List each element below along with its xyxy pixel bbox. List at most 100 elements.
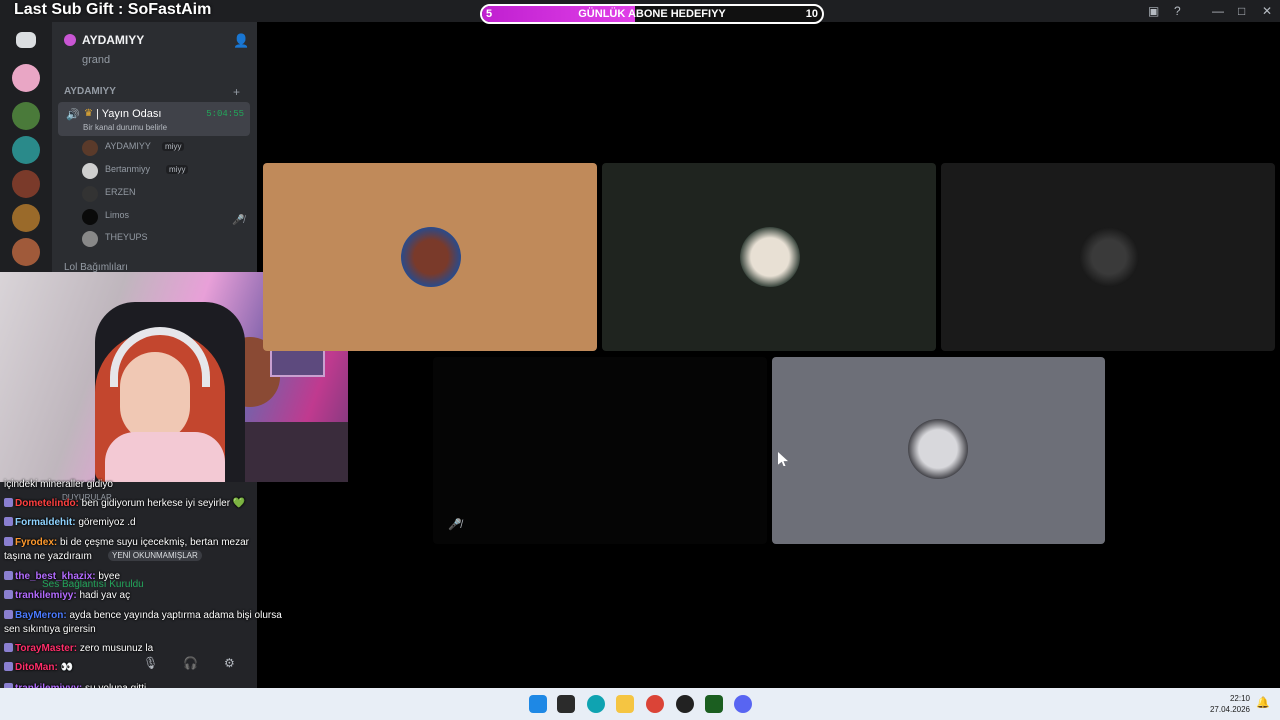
chat-text: içindeki mineraller gidiyo — [4, 479, 113, 490]
clock-date: 27.04.2026 — [1209, 705, 1250, 714]
server-name[interactable]: AYDAMIYY — [82, 33, 144, 47]
file-explorer-icon[interactable] — [616, 695, 634, 713]
muted-icon: 🎤̸ — [232, 215, 245, 226]
add-channel-icon[interactable]: + — [233, 85, 240, 99]
notification-icon[interactable]: 🔔 — [1256, 696, 1270, 709]
chat-badge-icon — [4, 610, 13, 619]
server-avatar[interactable] — [12, 238, 40, 266]
chat-username[interactable]: Fyrodex: — [15, 537, 60, 548]
chat-username[interactable]: BayMeron: — [15, 610, 69, 621]
chat-badge-icon — [4, 643, 13, 652]
close-icon[interactable]: ✕ — [1262, 4, 1272, 18]
chat-badge-icon — [4, 571, 13, 580]
chat-text: 👀 — [60, 662, 73, 673]
chat-message: trankilemiyy: hadi yav aç — [4, 590, 130, 601]
shelf — [235, 422, 348, 482]
avatar — [82, 209, 98, 225]
participant-avatar — [740, 227, 800, 287]
system-clock[interactable]: 22:10 27.04.2026 — [1210, 693, 1250, 715]
chat-username[interactable]: TorayMaster: — [15, 643, 80, 654]
chat-username[interactable]: DitoMan: — [15, 662, 61, 673]
avatar — [82, 163, 98, 179]
chat-text: göremiyoz .d — [78, 517, 136, 528]
video-tile[interactable] — [263, 163, 597, 351]
server-avatar[interactable] — [12, 102, 40, 130]
server-avatar[interactable] — [12, 170, 40, 198]
settings-gear-icon[interactable]: ⚙ — [224, 656, 235, 670]
minimize-icon[interactable]: — — [1212, 4, 1224, 18]
chat-text: ayda bence yayında yaptırma adama bişi o… — [69, 610, 282, 621]
voice-channel-timer: 5:04:55 — [206, 109, 244, 119]
video-tile[interactable] — [941, 163, 1275, 351]
avatar — [82, 140, 98, 156]
chat-username[interactable]: Formaldehit: — [15, 517, 78, 528]
chat-message: Formaldehit: göremiyoz .d — [4, 517, 136, 528]
chat-badge-icon — [4, 517, 13, 526]
invite-icon[interactable]: 👤 — [233, 33, 249, 48]
chat-badge-icon — [4, 498, 13, 507]
maximize-icon[interactable]: □ — [1238, 4, 1245, 18]
unread-pill[interactable]: YENİ OKUNMAMIŞLAR — [108, 550, 202, 561]
chat-username[interactable]: Dometelindo: — [15, 498, 82, 509]
video-tile[interactable] — [772, 357, 1105, 544]
category-label[interactable]: AYDAMIYY — [64, 86, 116, 97]
windows-taskbar: 22:10 27.04.2026 🔔 — [0, 688, 1280, 720]
chat-message: BayMeron: ayda bence yayında yaptırma ad… — [4, 610, 282, 621]
app-icon[interactable] — [557, 695, 575, 713]
avatar — [82, 231, 98, 247]
terminal-icon[interactable] — [705, 695, 723, 713]
edge-icon[interactable] — [587, 695, 605, 713]
server-avatar[interactable] — [12, 204, 40, 232]
chrome-icon[interactable] — [646, 695, 664, 713]
member-name: ERZEN — [105, 187, 136, 197]
chat-badge-icon — [4, 537, 13, 546]
chat-message: taşına ne yazdıraım — [4, 551, 92, 562]
chat-text: ben gidiyorum herkese iyi seyirler 💚 — [81, 498, 246, 509]
help-icon[interactable]: ? — [1174, 4, 1181, 18]
participant-avatar — [1079, 227, 1139, 287]
chat-text: hadi yav aç — [79, 590, 131, 601]
participant-avatar — [401, 227, 461, 287]
participant-avatar — [908, 419, 968, 479]
chat-text: bi de çeşme suyu içecekmiş, bertan mezar — [60, 537, 249, 548]
chat-text: sen sıkıntıya girersin — [4, 624, 96, 635]
headphones-icon[interactable]: 🎧 — [183, 656, 198, 670]
obs-icon[interactable] — [676, 695, 694, 713]
video-tile[interactable] — [433, 357, 767, 544]
channel-grand[interactable]: grand — [82, 54, 110, 66]
member-name: Bertanmiyy — [105, 164, 151, 174]
chat-text: taşına ne yazdıraım — [4, 551, 92, 562]
voice-channel-name: | Yayın Odası — [96, 108, 162, 120]
voice-channel-yayin-odasi[interactable]: 🔊 ♛ | Yayın Odası Bir kanal durumu belir… — [58, 102, 250, 136]
speaker-icon: 🔊 — [66, 109, 80, 121]
clock-time: 22:10 — [1229, 694, 1250, 703]
crown-icon: ♛ — [84, 108, 93, 119]
member-name: AYDAMIYY — [105, 141, 151, 151]
voice-channel-status[interactable]: Bir kanal durumu belirle — [83, 123, 167, 132]
microphone-icon[interactable]: 🎙 — [143, 656, 158, 670]
member-name: THEYUPS — [105, 232, 148, 242]
discord-home-icon[interactable] — [16, 32, 36, 48]
member-name: Limos — [105, 210, 130, 220]
avatar — [82, 186, 98, 202]
server-avatar[interactable] — [12, 64, 40, 92]
member-tag: miyy — [162, 142, 185, 151]
chat-badge-icon — [4, 590, 13, 599]
chat-message: Fyrodex: bi de çeşme suyu içecekmiş, ber… — [4, 537, 249, 548]
chat-badge-icon — [4, 662, 13, 671]
last-sub-gift-label: Last Sub Gift : SoFastAim — [14, 1, 212, 18]
chat-message: sen sıkıntıya girersin — [4, 624, 96, 635]
chat-username[interactable]: the_best_khazix: — [15, 571, 98, 582]
chat-message: TorayMaster: zero musunuz la — [4, 643, 153, 654]
video-tile[interactable] — [602, 163, 936, 351]
server-icon — [64, 34, 76, 46]
sub-goal-bar: 5 GÜNLÜK ABONE HEDEFIYY 10 — [480, 4, 824, 24]
server-avatar[interactable] — [12, 136, 40, 164]
streamer-body — [105, 432, 225, 482]
windows-start-icon[interactable] — [529, 695, 547, 713]
screen-icon[interactable]: ▣ — [1148, 4, 1159, 18]
chat-message: DitoMan: 👀 — [4, 662, 73, 673]
sub-goal-max: 10 — [805, 8, 818, 20]
discord-icon[interactable] — [734, 695, 752, 713]
chat-username[interactable]: trankilemiyy: — [15, 590, 79, 601]
